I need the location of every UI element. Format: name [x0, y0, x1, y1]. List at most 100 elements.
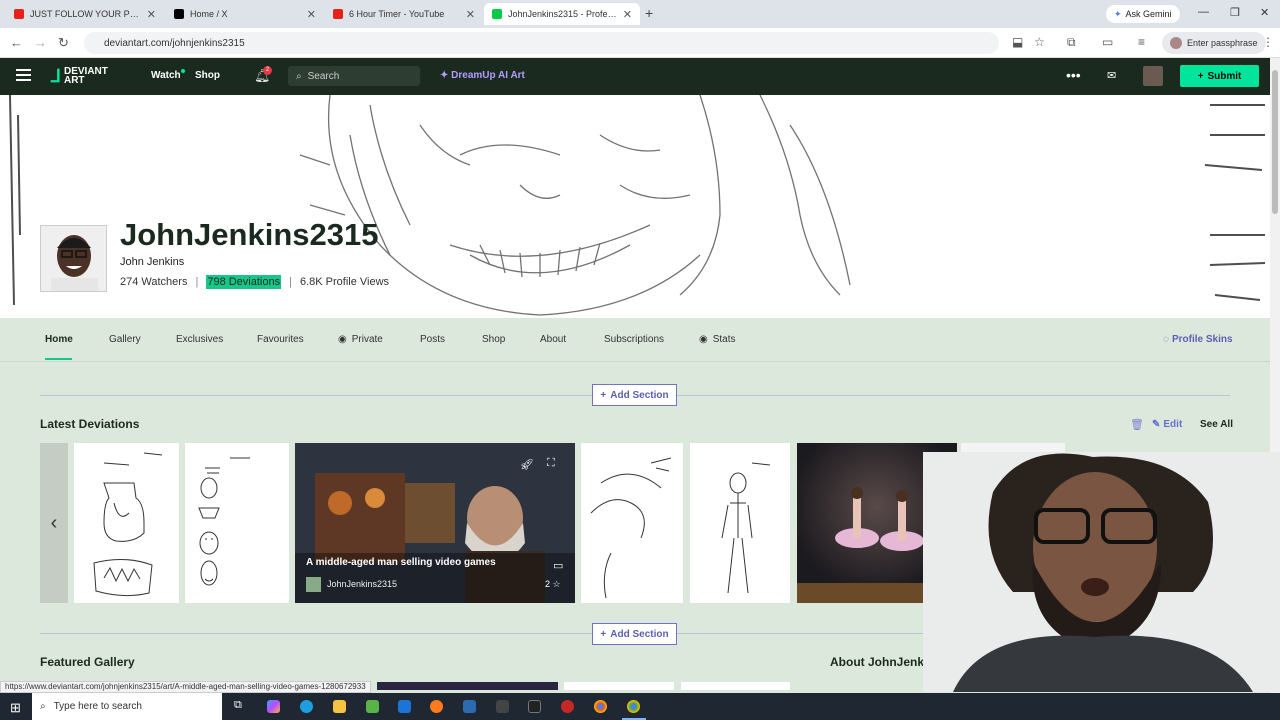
file-explorer-icon[interactable] [333, 700, 346, 713]
deviantart-logo[interactable]: ᒧ DEVIANT ART [50, 67, 108, 86]
menu-dots-icon[interactable]: ⋮ [1262, 35, 1274, 49]
tab-favourites[interactable]: Favourites [257, 334, 304, 345]
active-tab-indicator [45, 358, 72, 360]
deviations-count[interactable]: 798 Deviations [206, 275, 282, 289]
extensions-icon[interactable]: ⧉ [1067, 35, 1076, 50]
deviation-thumb[interactable] [185, 443, 289, 603]
tab-about[interactable]: About [540, 334, 566, 345]
tab-exclusives[interactable]: Exclusives [176, 334, 223, 345]
carousel-prev-button[interactable]: ‹ [40, 443, 68, 603]
taskbar-search-placeholder: Type here to search [53, 701, 142, 712]
browser-tab[interactable]: 6 Hour Timer - YouTube ✕ [325, 3, 483, 25]
expand-icon[interactable]: ⛶ [547, 457, 555, 470]
watchers-count[interactable]: 274 Watchers [120, 276, 187, 288]
profile-skins-link[interactable]: ◌ Profile Skins [1163, 334, 1233, 345]
taskbar-search-input[interactable]: ⌕ Type here to search [32, 693, 222, 720]
trash-icon[interactable]: 🗑︎ [1130, 418, 1144, 431]
ask-gemini-button[interactable]: ✦ Ask Gemini [1106, 5, 1180, 23]
add-section-button[interactable]: + Add Section [592, 623, 677, 645]
gallery-thumb[interactable] [564, 682, 674, 690]
tab-private[interactable]: ◉ Private [338, 334, 383, 345]
add-section-button[interactable]: + Add Section [592, 384, 677, 406]
windows-start-icon[interactable]: ⊞ [10, 700, 21, 716]
deviation-thumb[interactable] [74, 443, 179, 603]
chevron-left-icon: ‹ [50, 511, 58, 534]
app-icon[interactable] [463, 700, 476, 713]
close-icon[interactable]: ✕ [466, 8, 475, 21]
profile-passphrase-button[interactable]: Enter passphrase [1162, 32, 1266, 54]
dreamup-label: DreamUp AI Art [451, 70, 525, 81]
deviation-thumb[interactable] [690, 443, 790, 603]
back-icon[interactable]: ← [10, 35, 23, 50]
hamburger-menu-icon[interactable] [16, 69, 31, 81]
reload-icon[interactable]: ↻ [58, 35, 69, 51]
browser-tab-active[interactable]: JohnJenkins2315 - Professional ✕ [484, 3, 640, 25]
firefox-icon[interactable] [430, 700, 443, 713]
more-icon[interactable]: ••• [1066, 67, 1081, 83]
restore-icon[interactable]: ❐ [1230, 6, 1240, 19]
store-icon[interactable] [366, 700, 379, 713]
search-input[interactable]: ⌕ Search [288, 66, 420, 86]
submit-button[interactable]: + Submit [1180, 65, 1259, 87]
about-title: About JohnJenki [830, 655, 928, 669]
sketch-faces-thumbnail [198, 457, 250, 586]
split-view-icon[interactable]: ▭ [1102, 35, 1113, 49]
tab-title: Home / X [190, 9, 228, 19]
close-icon[interactable]: ✕ [307, 8, 316, 21]
new-tab-button[interactable]: + [645, 5, 653, 21]
close-window-icon[interactable]: ✕ [1260, 6, 1269, 19]
terminal-icon[interactable] [528, 700, 541, 713]
copilot-icon[interactable] [267, 700, 280, 713]
url-field[interactable]: deviantart.com/johnjenkins2315 [84, 32, 999, 54]
close-icon[interactable]: ✕ [147, 8, 156, 21]
tab-title: 6 Hour Timer - YouTube [349, 9, 445, 19]
scrollbar-thumb[interactable] [1272, 70, 1278, 214]
chrome-icon[interactable] [627, 700, 640, 713]
tab-subscriptions[interactable]: Subscriptions [604, 334, 664, 345]
install-app-icon[interactable]: ⬓ [1012, 35, 1023, 49]
featured-deviation-card[interactable]: 🚀︎ ⛶ A middle-aged man selling video gam… [295, 443, 575, 603]
edit-button[interactable]: ✎ Edit [1152, 419, 1182, 430]
palette-icon: ◌ [1163, 334, 1169, 345]
gallery-thumb[interactable] [377, 682, 558, 690]
reading-list-icon[interactable]: ≡ [1138, 35, 1145, 49]
gallery-thumb[interactable] [681, 682, 790, 690]
rocket-icon[interactable]: 🚀︎ [520, 458, 534, 471]
close-icon[interactable]: ✕ [623, 8, 632, 21]
logo-text: ART [63, 75, 85, 86]
tab-gallery[interactable]: Gallery [109, 334, 141, 345]
profile-nav: Home Gallery Exclusives Favourites ◉ Priv… [0, 318, 1270, 362]
profile-avatar[interactable] [40, 225, 107, 292]
browser-tab-bar: JUST FOLLOW YOUR PLAN NO ✕ Home / X ✕ 6 … [0, 0, 1280, 28]
submit-label: Submit [1207, 70, 1242, 82]
favourites-count[interactable]: 2 ☆ [545, 579, 561, 590]
bookmark-star-icon[interactable]: ☆ [1034, 35, 1045, 49]
app-icon[interactable] [496, 700, 509, 713]
watch-link[interactable]: Watch [151, 70, 181, 81]
forward-icon[interactable]: → [34, 35, 47, 50]
deviation-author[interactable]: JohnJenkins2315 [327, 579, 397, 589]
shop-link[interactable]: Shop [195, 70, 220, 81]
tab-posts[interactable]: Posts [420, 334, 445, 345]
profile-stats: 274 Watchers | 798 Deviations | 6.8K Pro… [120, 275, 389, 289]
youtube-icon [14, 9, 24, 19]
mail-app-icon[interactable] [398, 700, 411, 713]
comment-icon[interactable]: ▭ [553, 559, 563, 572]
deviation-thumb[interactable] [581, 443, 683, 603]
chrome-icon[interactable] [594, 700, 607, 713]
tab-home[interactable]: Home [45, 334, 73, 345]
deviation-title[interactable]: A middle-aged man selling video games [306, 557, 496, 568]
see-all-link[interactable]: See All [1200, 419, 1233, 430]
edge-icon[interactable] [300, 700, 313, 713]
tab-shop[interactable]: Shop [482, 334, 505, 345]
task-view-icon[interactable]: ⧉ [234, 699, 247, 712]
tab-stats[interactable]: ◉ Stats [699, 334, 736, 345]
app-icon[interactable] [561, 700, 574, 713]
dreamup-link[interactable]: ✦ DreamUp AI Art [440, 70, 525, 81]
minimize-icon[interactable]: — [1198, 6, 1209, 18]
user-avatar[interactable] [1143, 66, 1163, 86]
mail-icon[interactable]: ✉ [1107, 69, 1116, 82]
browser-tab[interactable]: Home / X ✕ [166, 3, 324, 25]
browser-tab[interactable]: JUST FOLLOW YOUR PLAN NO ✕ [6, 3, 164, 25]
divider: | [289, 276, 292, 288]
